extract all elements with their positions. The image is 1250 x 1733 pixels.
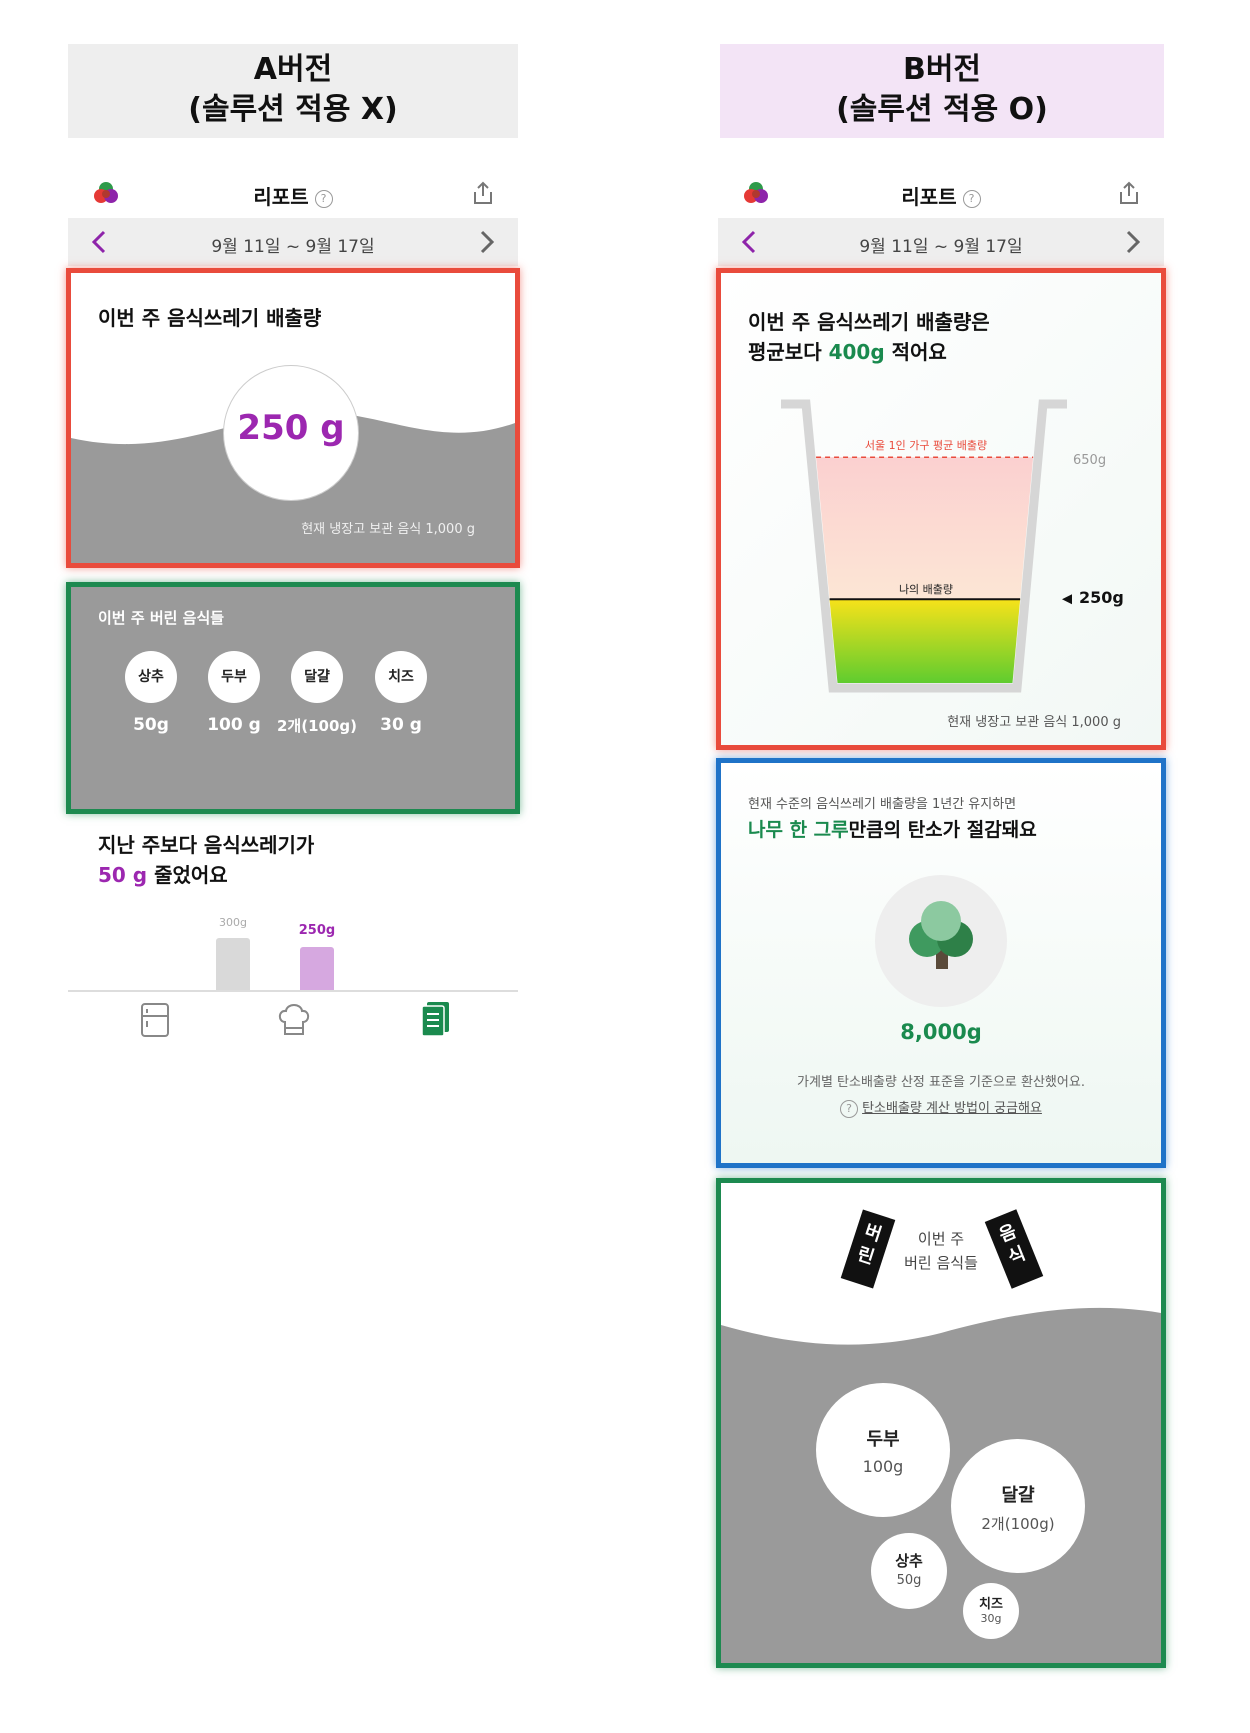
carbon-savings-card: 현재 수준의 음식쓰레기 배출량을 1년간 유지하면 나무 한 그루만큼의 탄소… <box>716 758 1166 1168</box>
weekly-waste-title: 이번 주 음식쓰레기 배출량 <box>98 306 322 330</box>
date-bar: 9월 11일 ~ 9월 17일 <box>718 218 1164 266</box>
bucket-gauge <box>781 399 1072 693</box>
food-bubble-tofu[interactable]: 두부 100g <box>816 1383 950 1517</box>
help-icon: ? <box>840 1100 859 1118</box>
help-icon[interactable]: ? <box>314 190 333 208</box>
my-fill <box>829 599 1021 683</box>
top-bar: 리포트? <box>718 168 1164 219</box>
carbon-help-link[interactable]: ? 탄소배출량 계산 방법이 궁금해요 <box>721 1097 1161 1118</box>
food-item-circle[interactable]: 치즈 <box>375 651 427 703</box>
comparison-bar <box>216 938 250 990</box>
share-icon[interactable] <box>1116 180 1142 206</box>
version-b-header: B버전 (솔루션 적용 O) <box>720 44 1164 138</box>
my-label: 나의 배출량 <box>898 583 954 597</box>
comparison-bar-label: 300g <box>219 916 247 929</box>
share-icon[interactable] <box>470 180 496 206</box>
comparison-bar <box>300 946 334 990</box>
carbon-subtitle: 현재 수준의 음식쓰레기 배출량을 1년간 유지하면 <box>748 797 1017 812</box>
app-b: 리포트? 9월 11일 ~ 9월 17일 <box>718 168 1164 268</box>
carbon-note: 가계별 탄소배출량 산정 표준을 기준으로 환산했어요. <box>797 1075 1085 1090</box>
food-item-circle[interactable]: 두부 <box>208 651 260 703</box>
comparison-bar-label: 250g <box>298 922 336 938</box>
fridge-note: 현재 냉장고 보관 음식 1,000 g <box>947 715 1121 730</box>
discarded-title: 이번 주 버린 음식들 <box>98 609 225 627</box>
version-b-subtitle: (솔루션 적용 O) <box>836 92 1048 127</box>
carbon-amount: 8,000g <box>900 1020 982 1044</box>
date-range: 9월 11일 ~ 9월 17일 <box>211 237 375 257</box>
fridge-note: 현재 냉장고 보관 음식 1,000 g <box>301 522 475 537</box>
weekly-waste-amount: 250 g <box>237 408 345 448</box>
comparison-title: 지난 주보다 음식쓰레기가 50 g 줄었어요 <box>98 833 315 887</box>
food-item-circle[interactable]: 상추 <box>125 651 177 703</box>
chevron-right-icon[interactable] <box>472 228 500 256</box>
comparison-bar-chart: 300g 250g <box>68 905 518 990</box>
weekly-waste-comparison-card: 이번 주 음식쓰레기 배출량은 평균보다 400g 적어요 서울 1인 가구 평… <box>716 268 1166 750</box>
top-bar: 리포트? <box>68 168 518 219</box>
carbon-headline: 나무 한 그루만큼의 탄소가 절감돼요 <box>748 819 1037 841</box>
chevron-right-icon[interactable] <box>1118 228 1146 256</box>
page-title: 리포트? <box>68 181 518 210</box>
date-range: 9월 11일 ~ 9월 17일 <box>859 237 1023 257</box>
version-a-title: A버전 <box>253 52 333 87</box>
discarded-foods-card: 버 린 음 식 이번 주 버린 음식들 두부 100g 달걀 2개(100g) … <box>716 1178 1166 1668</box>
discarded-foods-card: 이번 주 버린 음식들 상추 50g 두부 100 g 달걀 2개(100g) 치즈 30 g <box>66 582 520 814</box>
report-icon[interactable] <box>420 1000 452 1038</box>
help-icon[interactable]: ? <box>962 190 981 208</box>
version-a-subtitle: (솔루션 적용 X) <box>188 92 398 127</box>
fridge-icon[interactable] <box>140 1002 170 1038</box>
chef-hat-icon[interactable] <box>276 1000 312 1038</box>
tree-icon <box>909 901 973 969</box>
my-value: 250g <box>1079 588 1124 608</box>
food-bubble-lettuce[interactable]: 상추 50g <box>871 1533 947 1609</box>
page-title: 리포트? <box>718 181 1164 210</box>
version-b-title: B버전 <box>902 52 982 87</box>
weekly-waste-card: 이번 주 음식쓰레기 배출량 250 g 현재 냉장고 보관 음식 1,000 … <box>66 268 520 568</box>
food-item-circle[interactable]: 달걀 <box>291 651 343 703</box>
comparison-highlight: 50 g <box>98 863 148 887</box>
food-item-amount: 30 g <box>380 715 422 735</box>
bottom-nav <box>68 992 518 1048</box>
food-bubble-cheese[interactable]: 치즈 30g <box>963 1583 1019 1639</box>
date-bar: 9월 11일 ~ 9월 17일 <box>68 218 518 266</box>
average-value: 650g <box>1073 453 1107 469</box>
my-level-arrow <box>1062 594 1072 605</box>
discarded-title: 이번 주 버린 음식들 <box>904 1230 978 1272</box>
food-bubble-egg[interactable]: 달걀 2개(100g) <box>951 1439 1085 1573</box>
average-label: 서울 1인 가구 평균 배출량 <box>864 439 988 453</box>
version-a-header: A버전 (솔루션 적용 X) <box>68 44 518 138</box>
